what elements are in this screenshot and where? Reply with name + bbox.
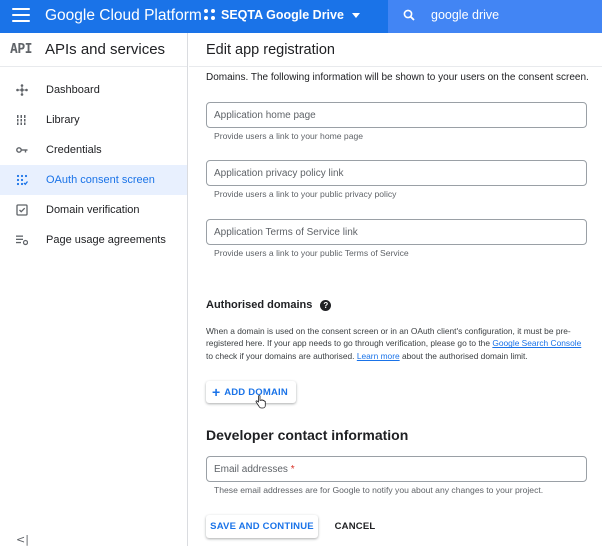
intro-text: Domains. The following information will …: [206, 72, 589, 83]
collapse-sidebar-icon[interactable]: <|: [16, 533, 29, 546]
field-hint: Provide users a link to your home page: [214, 131, 364, 141]
sidebar-item-label: Page usage agreements: [46, 234, 166, 246]
sidebar-item-label: Credentials: [46, 144, 102, 156]
sidebar-item-credentials[interactable]: Credentials: [0, 135, 187, 165]
sidebar-item-domain-verification[interactable]: Domain verification: [0, 195, 187, 225]
consent-icon: [16, 174, 28, 186]
email-placeholder: Email addresses: [214, 464, 288, 475]
authorised-domains-description: When a domain is used on the consent scr…: [206, 325, 590, 362]
email-addresses-field[interactable]: Email addresses *: [206, 456, 587, 482]
page-title: Edit app registration: [206, 42, 335, 58]
authorised-domains-heading: Authorised domains ?: [206, 299, 332, 311]
search-icon: [403, 9, 415, 21]
api-logo-icon: API: [10, 42, 32, 57]
help-icon[interactable]: ?: [320, 299, 332, 311]
hamburger-menu-icon[interactable]: [12, 8, 30, 24]
sidebar-item-library[interactable]: Library: [0, 105, 187, 135]
plus-icon: +: [212, 384, 221, 400]
key-icon: [16, 147, 28, 153]
search-value: google drive: [431, 8, 500, 22]
sidebar-item-page-usage-agreements[interactable]: Page usage agreements: [0, 225, 187, 255]
chevron-down-icon: [351, 12, 360, 18]
project-selector[interactable]: SEQTA Google Drive: [204, 8, 360, 22]
terms-of-service-link-field[interactable]: Application Terms of Service link: [206, 219, 587, 245]
cancel-label: CANCEL: [334, 521, 376, 532]
save-and-continue-button[interactable]: SAVE AND CONTINUE: [206, 515, 318, 538]
sidebar-header: API APIs and services: [0, 33, 187, 67]
cancel-button[interactable]: CANCEL: [330, 515, 380, 538]
top-app-bar: Google Cloud Platform SEQTA Google Drive…: [0, 0, 602, 33]
developer-contact-heading: Developer contact information: [206, 427, 409, 443]
field-placeholder: Application home page: [214, 110, 316, 121]
add-domain-button[interactable]: + ADD DOMAIN: [206, 381, 296, 403]
sidebar-nav: Dashboard Library Credentials OAuth cons…: [0, 75, 187, 255]
field-hint: Provide users a link to your public Term…: [214, 248, 409, 258]
dashboard-icon: [16, 84, 28, 96]
library-icon: [16, 115, 27, 125]
field-placeholder: Application Terms of Service link: [214, 227, 358, 238]
sidebar-title: APIs and services: [45, 41, 166, 58]
field-placeholder: Email addresses *: [214, 464, 295, 475]
description-text: about the authorised domain limit.: [399, 350, 528, 361]
save-label: SAVE AND CONTINUE: [210, 521, 314, 532]
section-title: Authorised domains: [206, 299, 313, 311]
settings-list-icon: [16, 235, 28, 246]
sidebar: API APIs and services Dashboard Library: [0, 33, 188, 546]
required-mark: *: [290, 464, 295, 475]
hand-cursor-icon: [255, 395, 266, 409]
sidebar-item-oauth-consent-screen[interactable]: OAuth consent screen: [0, 165, 187, 195]
brand-title[interactable]: Google Cloud Platform: [45, 7, 202, 25]
field-hint: These email addresses are for Google to …: [214, 485, 544, 495]
privacy-policy-link-field[interactable]: Application privacy policy link: [206, 160, 587, 186]
description-text: to check if your domains are authorised.: [206, 350, 357, 361]
learn-more-link[interactable]: Learn more: [357, 351, 400, 361]
field-hint: Provide users a link to your public priv…: [214, 189, 397, 199]
application-home-page-field[interactable]: Application home page: [206, 102, 587, 128]
project-dots-icon: [204, 9, 216, 21]
checkbox-icon: [16, 204, 28, 216]
main-content: Edit app registration Domains. The follo…: [189, 33, 602, 546]
sidebar-item-label: Dashboard: [46, 84, 100, 96]
main-header: Edit app registration: [189, 33, 602, 67]
google-search-console-link[interactable]: Google Search Console: [492, 338, 581, 348]
field-placeholder: Application privacy policy link: [214, 168, 344, 179]
project-name: SEQTA Google Drive: [221, 8, 344, 22]
sidebar-item-label: Library: [46, 114, 80, 126]
sidebar-item-dashboard[interactable]: Dashboard: [0, 75, 187, 105]
sidebar-item-label: Domain verification: [46, 204, 140, 216]
search-input[interactable]: google drive: [388, 0, 602, 33]
sidebar-item-label: OAuth consent screen: [46, 174, 155, 186]
